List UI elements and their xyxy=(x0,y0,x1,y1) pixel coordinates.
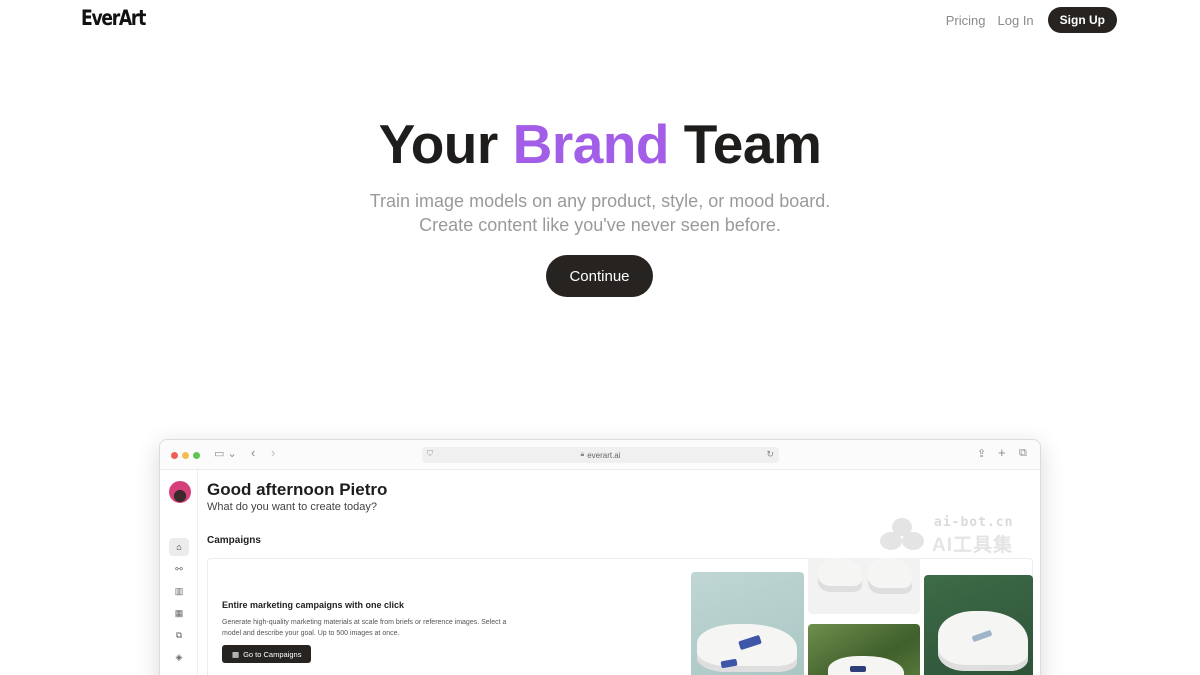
everart-logo[interactable]: EverArt xyxy=(81,6,146,30)
watermark-logo-icon xyxy=(880,516,926,550)
campaigns-heading: Campaigns xyxy=(207,535,261,546)
continue-button[interactable]: Continue xyxy=(546,255,653,297)
login-link[interactable]: Log In xyxy=(998,13,1034,28)
more-icon: ▭ xyxy=(169,670,189,675)
hero-subtitle-line-1: Train image models on any product, style… xyxy=(369,191,831,211)
models-icon: ⚯ xyxy=(175,563,183,574)
library-icon: ▥ xyxy=(174,585,184,596)
url-bar: ⛉ 🔒︎ everart.ai ↻ xyxy=(422,447,779,463)
campaigns-card-title: Entire marketing campaigns with one clic… xyxy=(222,600,405,610)
sneaker-image xyxy=(808,558,920,614)
nav-links: Pricing Log In Sign Up xyxy=(946,7,1117,33)
go-to-campaigns-button[interactable]: ▦ Go to Campaigns xyxy=(222,645,312,663)
gallery-icon: ⧉ xyxy=(175,629,183,640)
browser-toolbar: ▭ ⌄ ‹ › ⛉ 🔒︎ everart.ai ↻ ⇪ + ⧉ xyxy=(160,440,1040,470)
shield-icon: ⛉ xyxy=(427,449,433,458)
signup-button[interactable]: Sign Up xyxy=(1047,7,1117,33)
reload-icon: ↻ xyxy=(766,449,774,459)
tabs-overview-icon: ⧉ xyxy=(1019,447,1027,459)
hero-title-accent: Brand xyxy=(512,113,670,175)
go-to-campaigns-label: Go to Campaigns xyxy=(243,649,302,659)
forward-icon: › xyxy=(271,445,276,460)
campaigns-card-description: Generate high-quality marketing material… xyxy=(222,619,507,637)
top-nav: EverArt Pricing Log In Sign Up xyxy=(0,0,1200,40)
app-preview-window: ▭ ⌄ ‹ › ⛉ 🔒︎ everart.ai ↻ ⇪ + ⧉ ⌂ ⚯ ▥ ▦ … xyxy=(159,439,1041,675)
back-icon: ‹ xyxy=(251,445,256,460)
layers-icon: ◈ xyxy=(175,651,183,662)
pricing-link[interactable]: Pricing xyxy=(946,13,986,28)
lock-icon: 🔒︎ xyxy=(580,451,585,458)
sidebar-toggle-icon: ▭ ⌄ xyxy=(214,448,237,460)
sneaker-image xyxy=(691,572,804,675)
app-sidebar: ⌂ ⚯ ▥ ▦ ⧉ ◈ ▭ xyxy=(160,470,198,675)
hero-title-before: Your xyxy=(378,113,513,175)
campaigns-icon: ▦ xyxy=(174,607,184,618)
url-text: everart.ai xyxy=(587,450,621,460)
watermark: ai-bot.cn AI工具集 xyxy=(880,514,1030,556)
watermark-url: ai-bot.cn xyxy=(934,515,1014,530)
share-icon: ⇪ xyxy=(977,448,987,460)
sneaker-image xyxy=(808,624,920,675)
greeting-subtitle: What do you want to create today? xyxy=(207,501,377,513)
campaigns-icon: ▦ xyxy=(232,649,240,659)
minimize-dot-icon xyxy=(182,452,189,459)
watermark-text: AI工具集 xyxy=(932,535,1014,556)
avatar xyxy=(169,481,191,503)
hero-subtitle: Train image models on any product, style… xyxy=(0,189,1200,237)
greeting-title: Good afternoon Pietro xyxy=(207,480,388,499)
hero-subtitle-line-2: Create content like you've never seen be… xyxy=(419,215,781,235)
sneaker-image xyxy=(924,575,1033,675)
home-icon: ⌂ xyxy=(169,538,189,556)
new-tab-icon: + xyxy=(998,445,1006,460)
hero-title: Your Brand Team xyxy=(0,112,1200,176)
close-dot-icon xyxy=(171,452,178,459)
maximize-dot-icon xyxy=(193,452,200,459)
hero-title-after: Team xyxy=(669,113,822,175)
